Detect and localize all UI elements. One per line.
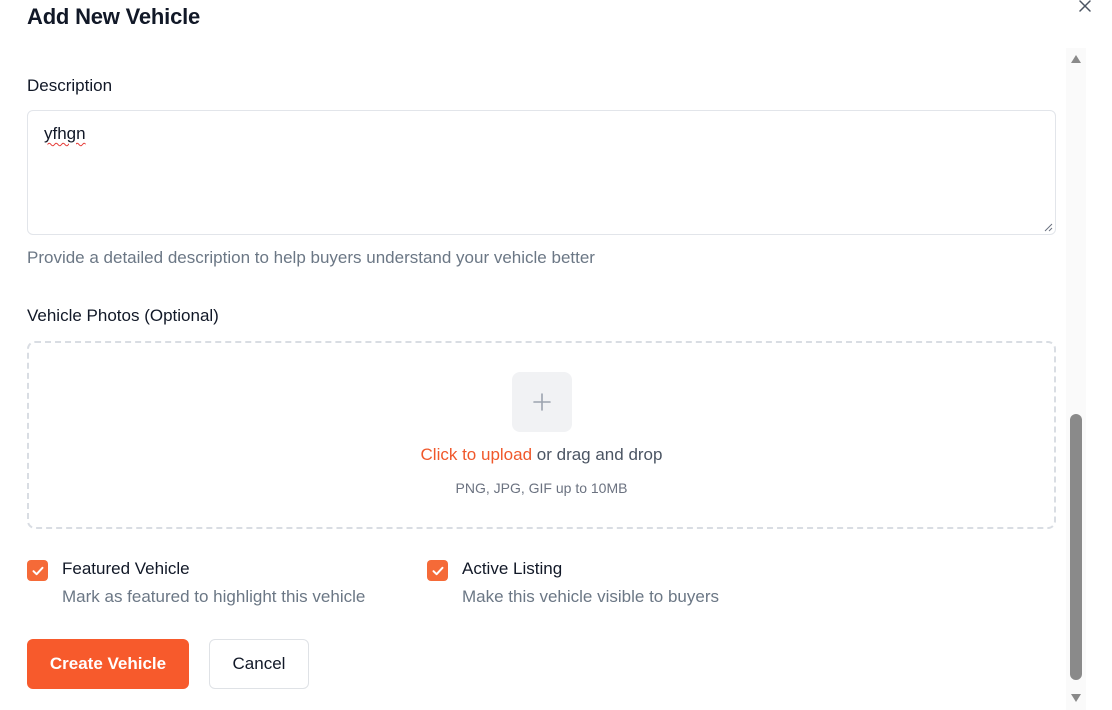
cancel-button[interactable]: Cancel	[209, 639, 309, 689]
create-vehicle-button[interactable]: Create Vehicle	[27, 639, 189, 689]
upload-file-types-hint: PNG, JPG, GIF up to 10MB	[455, 480, 628, 496]
click-to-upload-link[interactable]: Click to upload	[421, 445, 533, 464]
featured-label[interactable]: Featured Vehicle	[62, 559, 190, 579]
featured-description: Mark as featured to highlight this vehic…	[62, 587, 366, 606]
scrollbar-thumb[interactable]	[1070, 414, 1082, 680]
featured-checkbox[interactable]	[27, 560, 48, 581]
upload-icon-box[interactable]	[512, 372, 572, 432]
add-vehicle-dialog: Add New Vehicle Description yfhgn Provid…	[0, 0, 1112, 710]
active-description: Make this vehicle visible to buyers	[462, 587, 720, 606]
active-checkbox[interactable]	[427, 560, 448, 581]
description-helper-text: Provide a detailed description to help b…	[27, 248, 595, 267]
scroll-down-arrow-icon[interactable]	[1070, 693, 1082, 703]
dialog-title: Add New Vehicle	[27, 4, 201, 29]
vertical-scrollbar[interactable]	[1066, 48, 1086, 710]
checkmark-icon	[32, 566, 43, 575]
description-label: Description	[27, 76, 113, 95]
description-value: yfhgn	[44, 124, 86, 143]
close-button[interactable]	[1074, 0, 1096, 14]
active-label[interactable]: Active Listing	[462, 559, 562, 579]
upload-instructions: Click to upload or drag and drop	[29, 445, 1054, 465]
photo-dropzone[interactable]: Click to upload or drag and drop PNG, JP…	[27, 341, 1056, 529]
scroll-up-arrow-icon[interactable]	[1070, 54, 1082, 64]
checkmark-icon	[432, 566, 443, 575]
drag-drop-text: or drag and drop	[532, 445, 663, 464]
plus-icon	[533, 393, 551, 411]
description-textarea[interactable]: yfhgn	[27, 110, 1056, 235]
close-icon	[1079, 0, 1091, 12]
resize-handle-icon[interactable]	[1043, 222, 1053, 232]
photos-label: Vehicle Photos (Optional)	[27, 306, 219, 325]
